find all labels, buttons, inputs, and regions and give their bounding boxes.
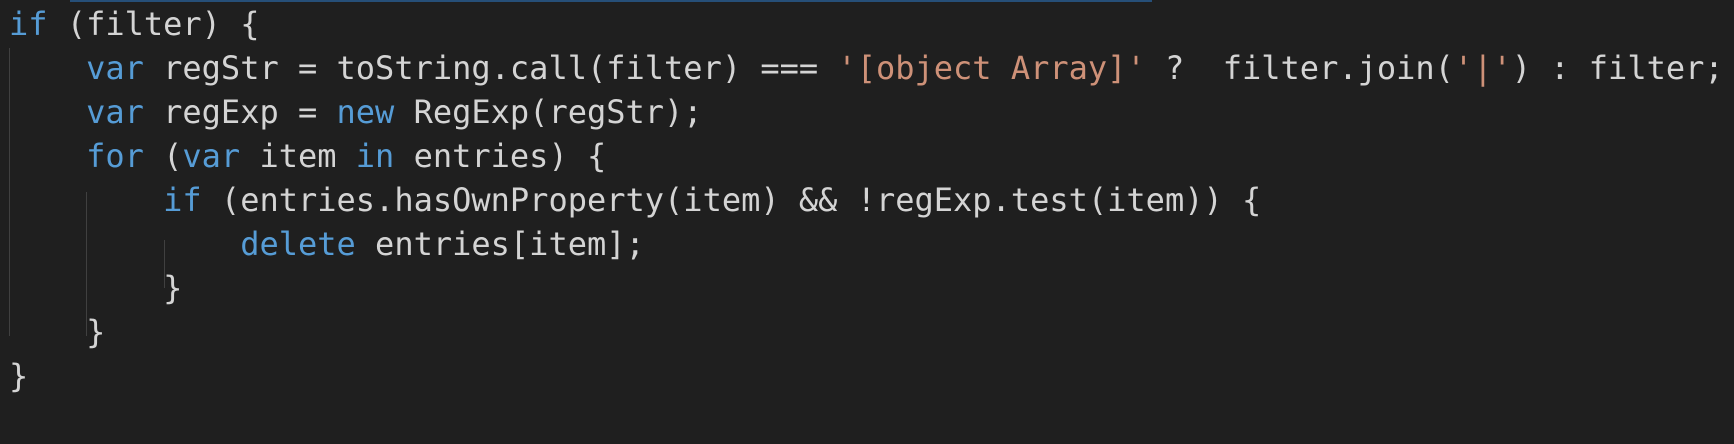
keyword-token: var (86, 93, 144, 131)
code-token: regExp = (143, 93, 337, 131)
keyword-token: var (182, 137, 241, 175)
code-token: entries) { (394, 137, 607, 175)
code-line-3[interactable]: var regExp = new RegExp(regStr); (9, 88, 703, 136)
code-token: RegExp(regStr); (394, 93, 703, 131)
code-line-6[interactable]: delete entries[item]; (9, 220, 645, 268)
code-token: regStr = toString.call(filter) === (143, 49, 838, 87)
code-token: } (9, 269, 183, 307)
keyword-token: delete (240, 225, 356, 263)
code-line-5[interactable]: if (entries.hasOwnProperty(item) && !reg… (9, 176, 1261, 224)
code-token: (filter) { (47, 5, 260, 43)
code-token: ) : filter; (1511, 49, 1724, 87)
code-token: item (240, 137, 356, 175)
code-line-1[interactable]: if (filter) { (9, 0, 259, 48)
code-editor[interactable]: if (filter) { var regStr = toString.call… (0, 0, 1734, 444)
keyword-token: new (336, 93, 395, 131)
code-line-9[interactable]: } (9, 352, 28, 400)
code-token: ( (143, 137, 183, 175)
string-token: '[object Array]' (837, 49, 1146, 87)
keyword-token: var (86, 49, 144, 87)
keyword-token: for (86, 137, 144, 175)
keyword-token: if (9, 5, 48, 43)
code-token: } (9, 357, 29, 395)
keyword-token: if (163, 181, 202, 219)
keyword-token: in (355, 137, 395, 175)
code-token: entries[item]; (355, 225, 645, 263)
code-line-4[interactable]: for (var item in entries) { (9, 132, 606, 180)
code-token: ? filter.join( (1145, 49, 1454, 87)
code-line-7[interactable]: } (9, 264, 182, 312)
code-token: (entries.hasOwnProperty(item) && !regExp… (201, 181, 1262, 219)
code-token: } (9, 313, 106, 351)
code-line-8[interactable]: } (9, 308, 105, 356)
code-line-2[interactable]: var regStr = toString.call(filter) === '… (9, 44, 1724, 92)
string-token: '|' (1453, 49, 1512, 87)
